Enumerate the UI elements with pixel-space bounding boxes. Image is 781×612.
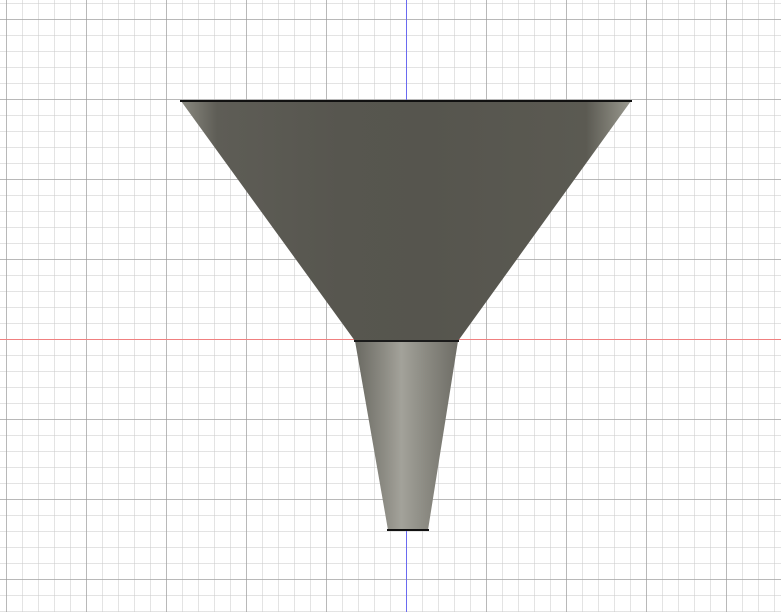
funnel-spout[interactable]	[355, 341, 458, 530]
funnel-model[interactable]	[0, 0, 781, 612]
cad-viewport-canvas[interactable]	[0, 0, 781, 612]
funnel-cone[interactable]	[181, 101, 631, 341]
